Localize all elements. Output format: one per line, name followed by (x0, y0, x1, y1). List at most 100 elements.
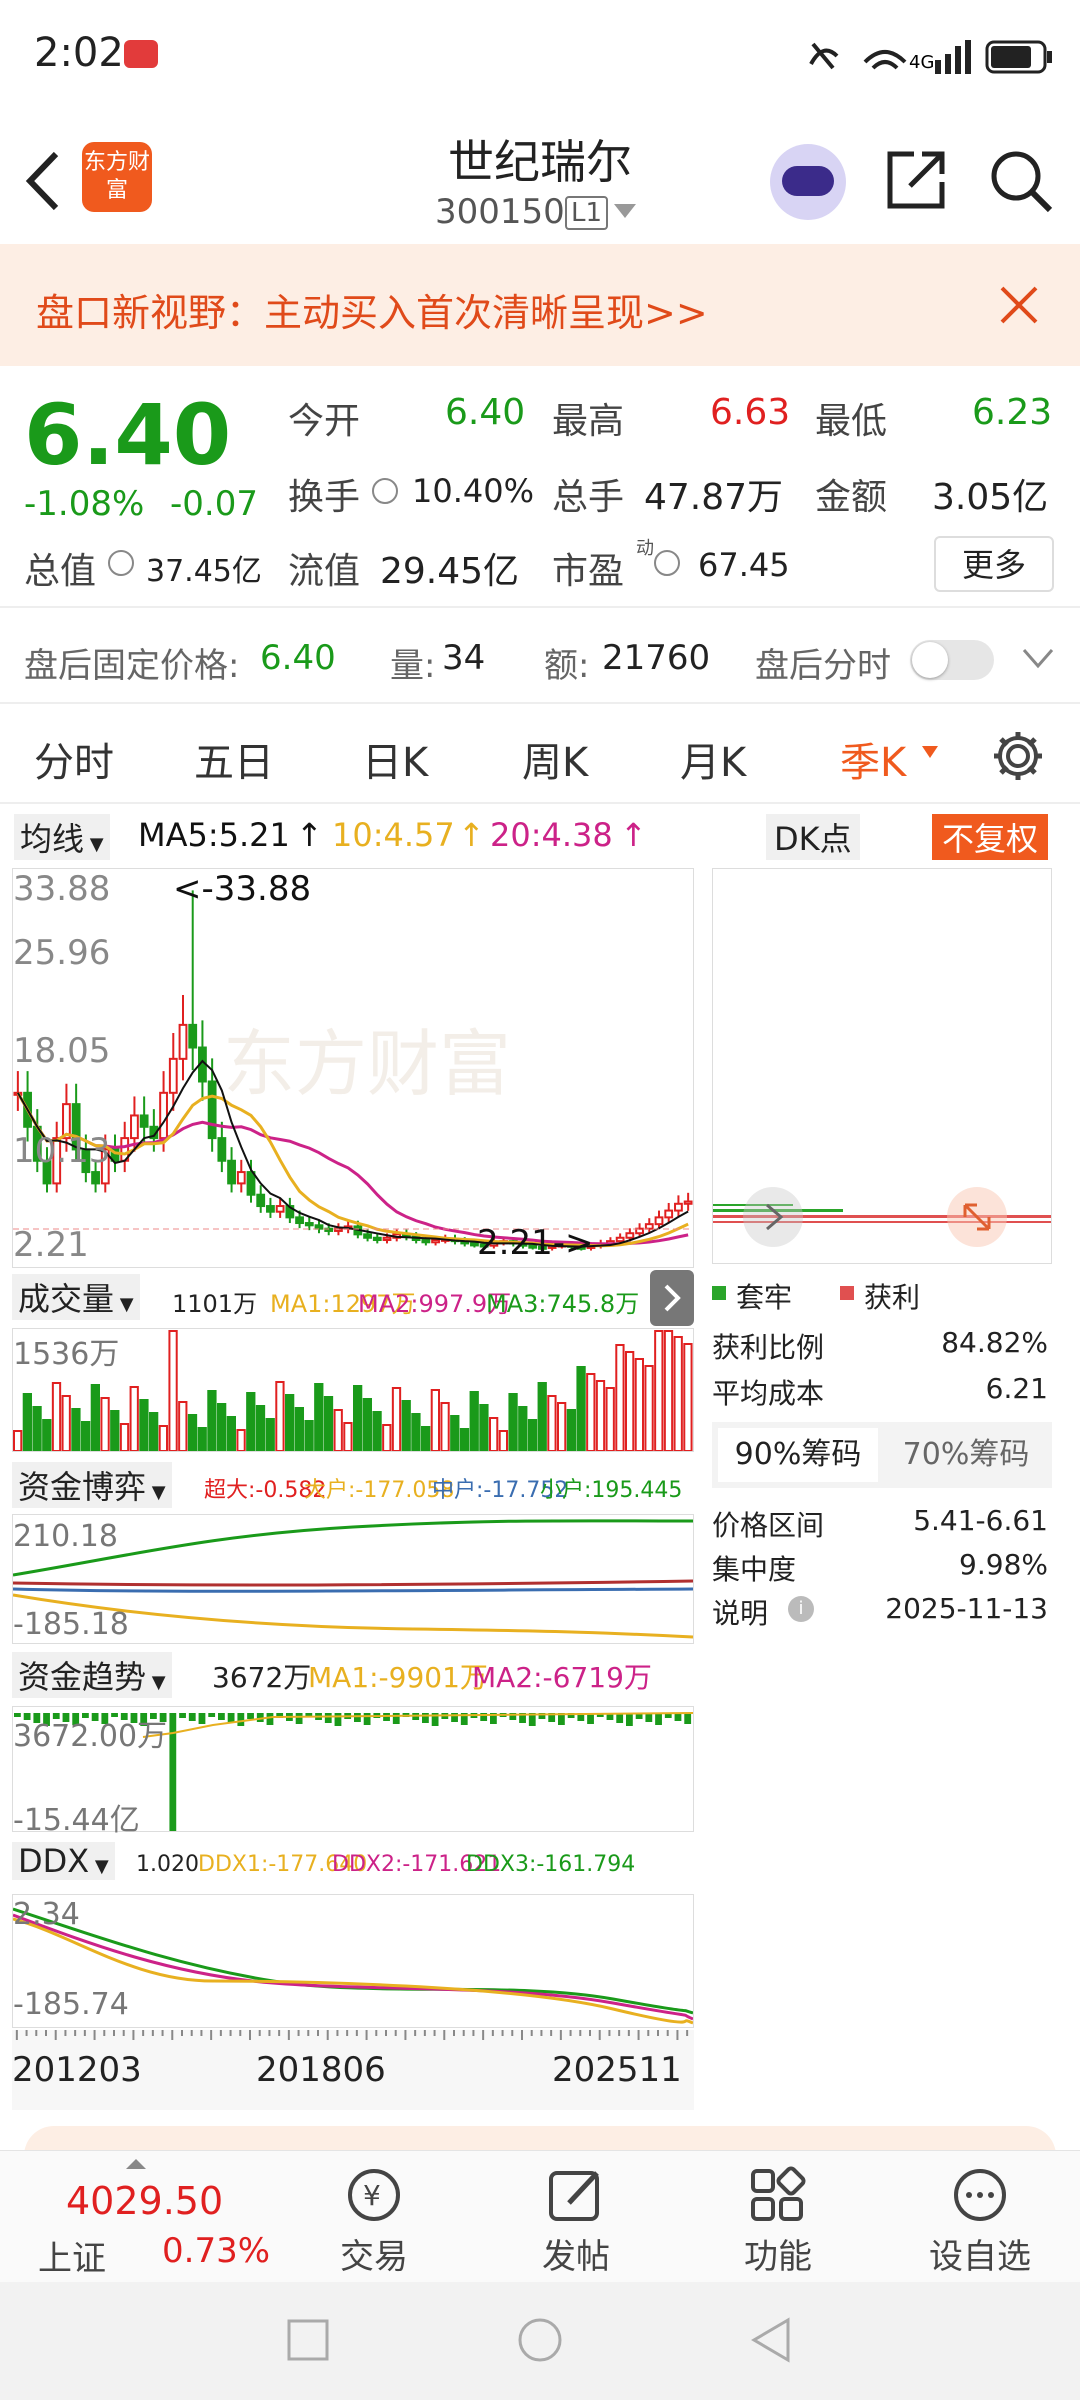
chevron-down-icon[interactable] (614, 204, 636, 220)
ddx-name: DDX (18, 1842, 90, 1880)
fund-trend-bar (684, 1713, 692, 1724)
fund-trend-bar (266, 1713, 274, 1725)
fund-trend-bar (188, 1713, 196, 1721)
info-icon[interactable] (108, 550, 134, 576)
fund-trend-bottom: -15.44亿 (13, 1803, 140, 1838)
ddx-selector[interactable]: DDX ▼ (12, 1842, 115, 1880)
back-icon[interactable] (22, 150, 62, 212)
volume-value: 1101万 (172, 1290, 258, 1318)
search-icon[interactable] (988, 148, 1054, 214)
info-icon[interactable]: i (788, 1596, 814, 1622)
chip-expand-button[interactable] (947, 1187, 1007, 1247)
candle (363, 1233, 372, 1239)
trapped-legend-swatch (712, 1286, 726, 1300)
high-value: 6.63 (710, 392, 791, 433)
tab-chips-70[interactable]: 70%筹码 (886, 1428, 1046, 1482)
volume-bar (411, 1413, 421, 1452)
fund-trend-chart[interactable]: 3672.00万 -15.44亿 (12, 1706, 694, 1838)
fund-game-header: 资金博弈 ▼ 超大:-0.582 大户:-177.058 中户:-17.752 … (12, 1456, 694, 1510)
tab-minute[interactable]: 分时 (34, 730, 114, 788)
high-label: 最高 (552, 401, 625, 442)
volume-bar (586, 1373, 596, 1452)
nav-features[interactable]: 功能 (728, 2165, 828, 2277)
ddx-header: DDX ▼ 1.020 DDX1:-177.640 DDX2:-171.621 … (12, 1836, 694, 1890)
volume-bar (236, 1429, 246, 1452)
share-icon[interactable] (884, 148, 948, 212)
pe-value: 67.45 (698, 546, 790, 584)
volume-bar (42, 1419, 52, 1452)
chevron-down-icon[interactable] (1022, 648, 1054, 670)
candle (654, 1216, 664, 1226)
amount-value: 3.05亿 (932, 477, 1049, 518)
volume-bar (498, 1430, 509, 1452)
candle (227, 1159, 236, 1185)
volume-bar (663, 1330, 674, 1452)
tab-month-k[interactable]: 月K (680, 730, 746, 788)
status-icons: 4G (809, 40, 1052, 74)
volume-bar (459, 1428, 470, 1452)
volume-chart[interactable]: 1536万 (12, 1328, 694, 1452)
recent-apps-icon[interactable] (286, 2318, 330, 2362)
fund-trend-bar (383, 1713, 390, 1721)
volume-bar (217, 1403, 227, 1452)
index-name[interactable]: 上证 (38, 2231, 106, 2280)
expand-icon (963, 1203, 991, 1231)
fund-trend-selector[interactable]: 资金趋势 ▼ (12, 1652, 172, 1698)
nav-trade[interactable]: ¥ 交易 (324, 2165, 424, 2277)
fund-game-small: 小户:195.445 (540, 1478, 683, 1503)
chevron-down-icon[interactable] (922, 746, 938, 758)
volume-bar (149, 1412, 159, 1452)
assistant-avatar[interactable] (770, 144, 846, 220)
settings-icon[interactable] (990, 728, 1046, 784)
volume-bar (450, 1415, 460, 1452)
back-nav-icon[interactable] (748, 2316, 792, 2364)
pe-label: 市盈 (552, 551, 625, 592)
kline-label-4: 10.13 (13, 1131, 111, 1171)
fund-game-chart[interactable]: 210.18 -185.18 (12, 1514, 694, 1644)
more-button[interactable]: 更多 (934, 536, 1054, 592)
volume-selector[interactable]: 成交量 ▼ (12, 1274, 140, 1320)
volume-bar (683, 1343, 693, 1452)
home-icon[interactable] (516, 2316, 564, 2364)
adjust-button[interactable]: 不复权 (932, 814, 1049, 860)
chevron-right-icon (664, 1284, 681, 1312)
expand-panel-button[interactable] (650, 1270, 694, 1326)
chip-prev-button[interactable] (743, 1187, 803, 1247)
volume-bar (547, 1395, 557, 1452)
nav-post[interactable]: 发帖 (526, 2165, 626, 2277)
info-icon[interactable] (654, 550, 680, 576)
chip-distribution-chart[interactable] (712, 868, 1052, 1264)
app-logo[interactable]: 东方财富 (82, 142, 152, 212)
tab-chips-90[interactable]: 90%筹码 (718, 1428, 878, 1482)
promo-banner[interactable]: 盘口新视野：主动买入首次清晰呈现>> (0, 244, 1080, 366)
close-icon[interactable] (1000, 286, 1038, 324)
change-pct: -1.08% (24, 484, 145, 524)
ddx-chart[interactable]: 2.34 -185.74 (12, 1894, 694, 2028)
promo-banner-text[interactable]: 盘口新视野：主动买入首次清晰呈现>> (36, 282, 708, 337)
after-hours-vol: 34 (442, 638, 486, 678)
nav-add-watchlist[interactable]: 设自选 (920, 2165, 1040, 2277)
tab-day-k[interactable]: 日K (362, 730, 428, 788)
index-value[interactable]: 4029.50 (66, 2179, 223, 2223)
tab-quarter-k[interactable]: 季K (840, 730, 906, 788)
ma-selector[interactable]: 均线 ▼ (14, 814, 110, 860)
index-pct[interactable]: 0.73% (162, 2231, 270, 2271)
after-hours-toggle[interactable] (910, 640, 994, 680)
volume-bar (71, 1408, 81, 1452)
desc-value: 2025-11-13 (885, 1592, 1048, 1625)
kline-chart[interactable]: 东方财富 33.88 <-33.88 25.96 18.05 10.13 2.2… (12, 868, 694, 1268)
fund-game-bottom: -185.18 (13, 1607, 129, 1642)
kline-label-3: 18.05 (13, 1031, 111, 1071)
info-icon[interactable] (372, 478, 398, 504)
divider (0, 802, 1080, 804)
tab-week-k[interactable]: 周K (522, 730, 588, 788)
fund-game-selector[interactable]: 资金博弈 ▼ (12, 1462, 172, 1508)
kline-max-label: 33.88 (13, 869, 111, 909)
volume-bar (469, 1391, 479, 1452)
x-axis-label-end: 202511 (552, 2050, 682, 2090)
tab-five-day[interactable]: 五日 (194, 730, 274, 788)
volume-bar (314, 1383, 324, 1452)
fund-trend-bar (363, 1713, 371, 1725)
dk-point-selector[interactable]: DK点 (766, 814, 860, 860)
chevron-up-icon[interactable] (126, 2159, 146, 2169)
